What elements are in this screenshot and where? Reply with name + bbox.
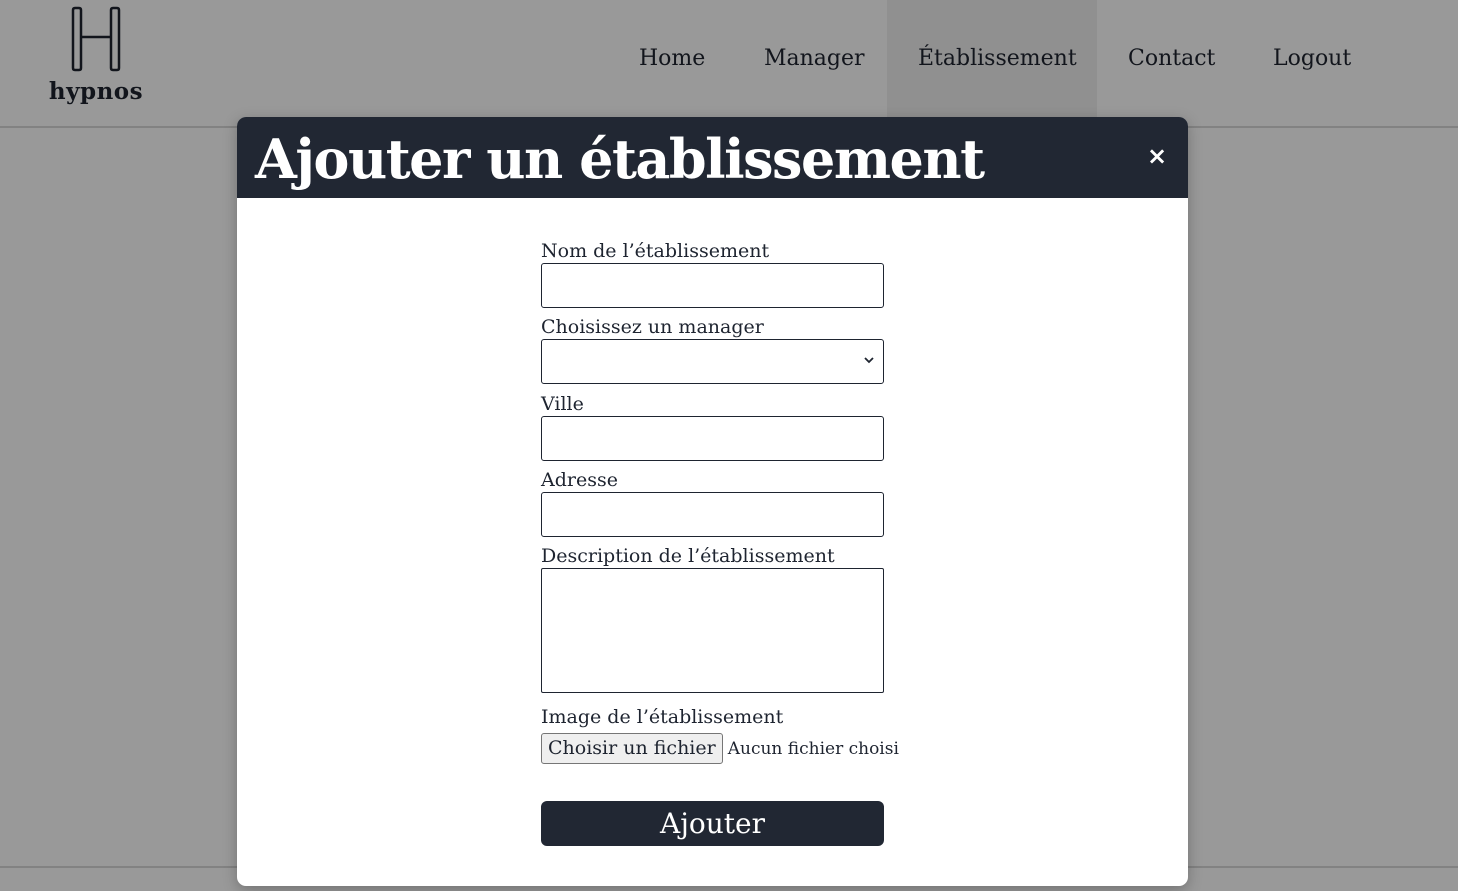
- close-icon[interactable]: ×: [1144, 143, 1170, 169]
- description-label: Description de l’établissement: [541, 545, 835, 567]
- manager-select[interactable]: [541, 339, 884, 384]
- image-file-input: Choisir un fichier Aucun fichier choisi: [541, 733, 899, 764]
- modal-title: Ajouter un établissement: [255, 127, 985, 191]
- adresse-label: Adresse: [541, 469, 618, 491]
- image-label: Image de l’établissement: [541, 706, 784, 728]
- file-status: Aucun fichier choisi: [727, 738, 899, 759]
- chevron-down-icon: [864, 357, 874, 364]
- choose-file-button[interactable]: Choisir un fichier: [541, 733, 723, 764]
- modal-header: Ajouter un établissement ×: [237, 117, 1188, 198]
- description-textarea[interactable]: [541, 568, 884, 693]
- ville-input[interactable]: [541, 416, 884, 461]
- add-button[interactable]: Ajouter: [541, 801, 884, 846]
- nom-input[interactable]: [541, 263, 884, 308]
- manager-label: Choisissez un manager: [541, 316, 764, 338]
- nom-label: Nom de l’établissement: [541, 240, 770, 262]
- adresse-input[interactable]: [541, 492, 884, 537]
- add-establishment-modal: Ajouter un établissement × Nom de l’étab…: [237, 117, 1188, 886]
- ville-label: Ville: [541, 393, 584, 415]
